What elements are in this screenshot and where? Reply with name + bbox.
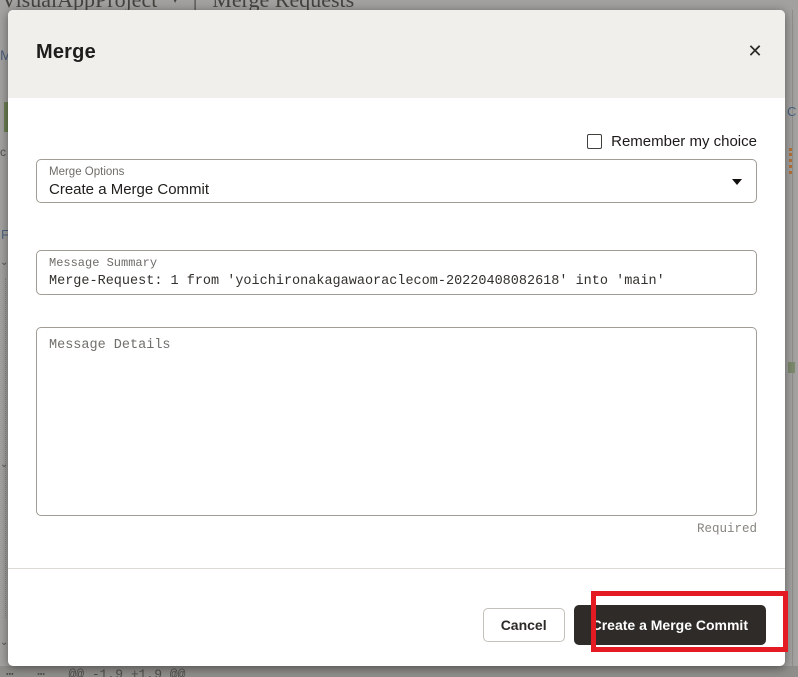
bg-fragment-dotted-line [5,278,6,618]
dialog-title: Merge [36,41,96,64]
bg-chevron-icon: ⌄ [0,638,8,648]
remember-choice-row: Remember my choice [587,132,757,150]
remember-choice-checkbox[interactable] [587,134,602,149]
chevron-down-icon [732,179,742,185]
bg-fragment-c: c [0,146,6,158]
required-hint: Required [697,522,757,536]
bg-fragment-green [788,362,795,373]
bg-chevron-icon: ⌄ [0,460,8,470]
message-summary-label: Message Summary [49,256,744,271]
message-details-textarea[interactable] [36,327,757,516]
dialog-footer: Cancel Create a Merge Commit [483,605,766,645]
create-merge-commit-button[interactable]: Create a Merge Commit [574,605,766,645]
page-title: Merge Requests [212,0,354,10]
breadcrumb-project: VisualAppProject [1,0,157,10]
merge-options-select[interactable]: Merge Options Create a Merge Commit [36,159,757,203]
merge-options-value: Create a Merge Commit [49,181,209,198]
chevron-down-icon: ▾ [172,0,178,6]
message-summary-field: Message Summary [36,250,757,295]
background-right-strip: C [786,10,798,666]
close-icon[interactable]: ✕ [741,38,769,66]
bg-fragment-orange-dots [789,148,792,174]
footer-divider [8,568,785,569]
merge-dialog: Merge ✕ Remember my choice Merge Options… [8,10,785,666]
diff-hunk-header: ⋯ ⋯ @@ -1,9 +1,9 @@ [6,667,185,677]
background-left-strip: M c F ⌄ ⌄ ⌄ [0,10,8,666]
message-summary-input[interactable] [49,274,744,289]
bg-chevron-icon: ⌄ [0,258,8,268]
dialog-header: Merge ✕ [8,10,785,98]
breadcrumb-separator: | [193,0,197,10]
background-diff-row: ⋯ ⋯ @@ -1,9 +1,9 @@ [0,666,798,677]
bg-fragment-m: M [0,48,8,62]
merge-options-label: Merge Options [49,165,744,180]
bg-fragment-commit: C [787,105,796,118]
remember-choice-label: Remember my choice [611,133,757,150]
background-page-header: VisualAppProject ▾ | Merge Requests [0,0,798,10]
bg-fragment-f: F [1,228,8,241]
cancel-button[interactable]: Cancel [483,608,565,642]
breadcrumb: VisualAppProject ▾ | Merge Requests [1,0,354,10]
